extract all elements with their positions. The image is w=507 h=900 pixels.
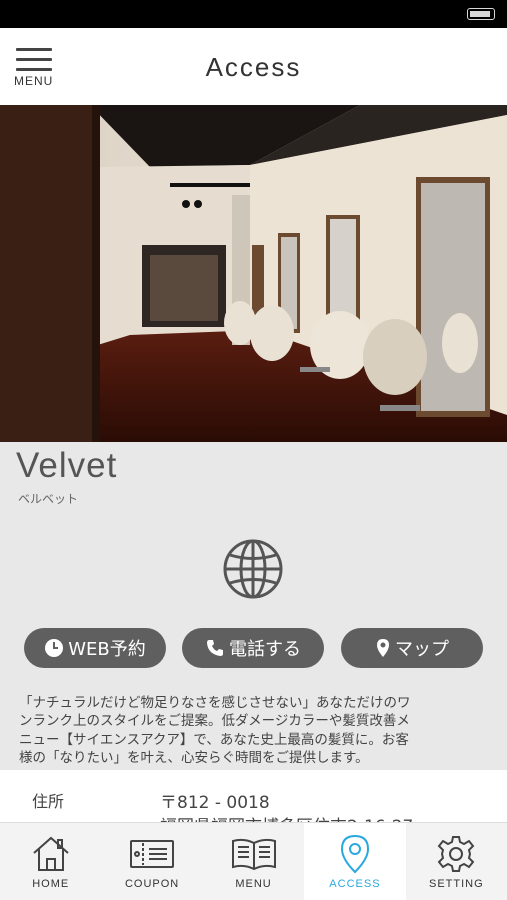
address-text: 福岡県福岡市博多区住吉2-16-27 bbox=[160, 812, 413, 822]
description-line: ンランク上のスタイルをご提案。低ダメージカラーや髪質改善メ bbox=[19, 713, 410, 730]
tab-home[interactable]: HOME bbox=[0, 823, 101, 900]
tab-home-label: HOME bbox=[32, 878, 70, 890]
action-buttons: WEB予約 電話する マップ bbox=[0, 628, 507, 668]
clock-icon bbox=[44, 638, 64, 658]
map-pin-icon bbox=[375, 638, 391, 658]
tab-setting-label: SETTING bbox=[428, 878, 484, 890]
info-table: 住所 〒812 - 0018 福岡県福岡市博多区住吉2-16-27 bbox=[0, 770, 507, 822]
description-line: 様の「なりたい」を叶え、心安らぐ時間をご提供します。 bbox=[19, 750, 369, 767]
page-title: Access bbox=[205, 52, 302, 82]
map-button[interactable]: マップ bbox=[341, 628, 483, 668]
map-label: マップ bbox=[395, 639, 449, 660]
book-icon bbox=[230, 833, 278, 875]
tab-access-label: ACCESS bbox=[329, 878, 381, 890]
phone-icon bbox=[205, 638, 225, 658]
coupon-icon bbox=[129, 833, 175, 875]
salon-description: 「ナチュラルだけど物足りなさを感じさせない」あなただけのワ ンランク上のスタイル… bbox=[19, 694, 489, 768]
call-label: 電話する bbox=[229, 639, 301, 660]
home-icon bbox=[31, 833, 71, 875]
map-pin-icon bbox=[340, 833, 370, 875]
tab-coupon[interactable]: COUPON bbox=[101, 823, 202, 900]
salon-name: Velvet bbox=[16, 446, 118, 485]
salon-photo bbox=[0, 105, 507, 442]
app-header: MENU Access bbox=[0, 28, 507, 105]
tab-setting[interactable]: SETTING bbox=[406, 823, 507, 900]
salon-name-kana: ベルベット bbox=[18, 492, 79, 506]
tab-menu-label: MENU bbox=[235, 878, 272, 890]
tab-menu[interactable]: MENU bbox=[203, 823, 304, 900]
address-label: 住所 bbox=[32, 792, 65, 811]
description-line: ニュー【サイエンスアクア】で、あなた史上最高の髪質に。お客 bbox=[19, 731, 409, 748]
tab-access[interactable]: ACCESS bbox=[304, 823, 406, 900]
status-bar bbox=[0, 0, 507, 28]
tab-bar: HOME COUPON MENU ACCESS SETTING bbox=[0, 822, 507, 900]
postal-code: 〒812 - 0018 bbox=[160, 793, 270, 813]
web-reserve-button[interactable]: WEB予約 bbox=[24, 628, 166, 668]
tab-coupon-label: COUPON bbox=[124, 878, 180, 890]
gear-icon bbox=[436, 833, 476, 875]
battery-icon bbox=[467, 8, 495, 20]
description-line: 「ナチュラルだけど物足りなさを感じさせない」あなただけのワ bbox=[19, 695, 411, 711]
call-button[interactable]: 電話する bbox=[182, 628, 324, 668]
web-reserve-label: WEB予約 bbox=[68, 639, 146, 660]
globe-icon[interactable] bbox=[222, 538, 284, 600]
